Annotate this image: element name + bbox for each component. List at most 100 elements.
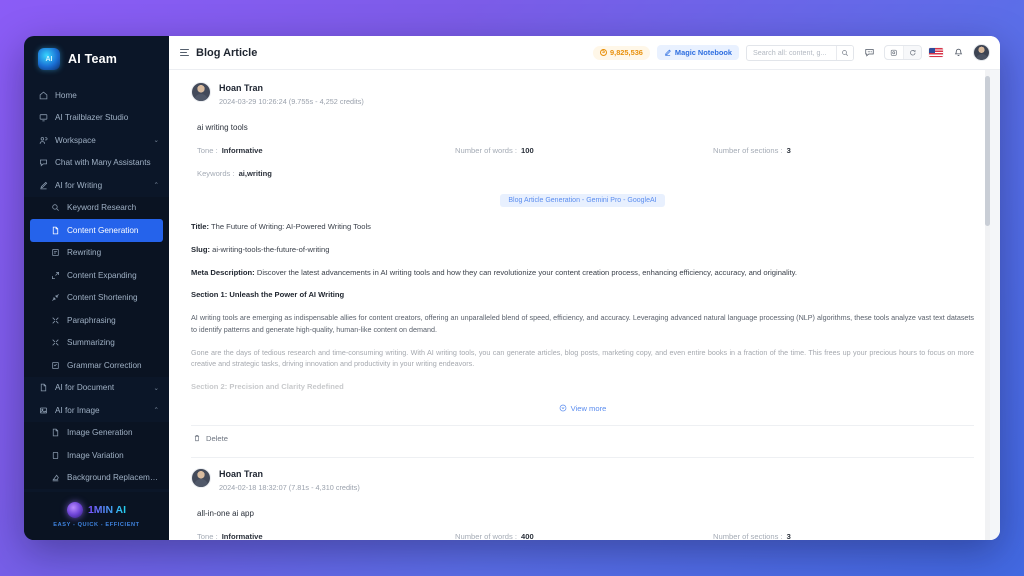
image-variation-icon [50, 450, 60, 460]
refresh-icon [909, 49, 916, 56]
language-flag-us-icon[interactable] [929, 48, 943, 57]
credits-badge[interactable]: $ 9,825,536 [593, 45, 650, 60]
image-icon [38, 405, 48, 415]
sidebar-item-label: AI for Image [55, 405, 100, 415]
record-keywords-row: Keywords : ai,writing [191, 169, 974, 178]
record-actions: Delete [191, 424, 974, 443]
sidebar-item-ai-for-writing[interactable]: AI for Writing ⌃ [24, 174, 169, 197]
sidebar-item-grammar-correction[interactable]: Grammar Correction [24, 354, 169, 377]
brand[interactable]: AI AI Team [24, 36, 169, 84]
image-gen-icon [50, 428, 60, 438]
sidebar-item-label: AI Trailblazer Studio [55, 113, 129, 123]
meta-label: Keywords : [197, 169, 235, 179]
generation-tag-row: Blog Article Generation - Gemini Pro - G… [191, 194, 974, 208]
view-mode-segmented [884, 45, 922, 60]
search-input[interactable] [747, 48, 837, 57]
sidebar-item-image-variation[interactable]: Image Variation [24, 444, 169, 467]
chevron-up-icon: ⌃ [153, 407, 159, 415]
meta-tone: Tone : Informative [197, 532, 455, 540]
rewrite-icon [50, 248, 60, 258]
summarize-icon [50, 338, 60, 348]
sidebar-item-background-replacement[interactable]: Background Replacement [24, 467, 169, 490]
sidebar-item-label: Keyword Research [67, 203, 137, 213]
brand-logo-icon: AI [38, 48, 60, 70]
meta-value: 100 [521, 146, 534, 156]
meta-keywords: Keywords : ai,writing [197, 169, 455, 178]
sidebar-item-label: Background Replacement [67, 473, 159, 483]
delete-button[interactable]: Delete [191, 434, 228, 443]
users-icon [38, 135, 48, 145]
sidebar-item-label: Content Expanding [67, 270, 137, 280]
scrollbar-thumb[interactable] [985, 76, 990, 226]
records-list: Hoan Tran 2024-03-29 10:26:24 (9.755s - … [169, 70, 990, 540]
sidebar-item-content-expanding[interactable]: Content Expanding [24, 264, 169, 287]
chat-icon [38, 158, 48, 168]
meta-value: 3 [786, 531, 791, 540]
content-area: Hoan Tran 2024-03-29 10:26:24 (9.755s - … [169, 70, 1000, 540]
sidebar-item-label: Image Generation [67, 428, 133, 438]
sidebar-item-rewriting[interactable]: Rewriting [24, 242, 169, 265]
sidebar-item-ai-for-document[interactable]: AI for Document ⌄ [24, 377, 169, 400]
meta-number-of-sections: Number of sections : 3 [713, 146, 791, 155]
search-icon [842, 49, 849, 56]
record-username: Hoan Tran [219, 468, 264, 479]
avatar [191, 82, 211, 102]
coin-icon: $ [600, 49, 608, 56]
sidebar-item-chat-with-many-assistants[interactable]: Chat with Many Assistants [24, 152, 169, 175]
article-meta-value: Discover the latest advancements in AI w… [254, 267, 797, 277]
notifications-button[interactable] [950, 45, 966, 61]
promo-banner[interactable]: 1MIN AI EASY - QUICK - EFFICIENT [24, 492, 169, 540]
sidebar-item-ai-trailblazer-studio[interactable]: AI Trailblazer Studio [24, 107, 169, 130]
sidebar-item-label: Grammar Correction [67, 360, 142, 370]
refresh-button[interactable] [903, 46, 921, 59]
paraphrase-icon [50, 315, 60, 325]
sidebar-item-image-generation[interactable]: Image Generation [24, 422, 169, 445]
view-more-label: View more [570, 403, 607, 413]
sidebar-item-workspace[interactable]: Workspace ⌄ [24, 129, 169, 152]
magic-notebook-button[interactable]: Magic Notebook [656, 45, 739, 60]
article-section-1: Section 1: Unleash the Power of AI Writi… [191, 289, 974, 301]
sidebar-nav: Home AI Trailblazer Studio Workspace ⌄ C… [24, 84, 169, 489]
support-chat-button[interactable] [861, 45, 877, 61]
monitor-icon [38, 113, 48, 123]
sidebar-item-label: Chat with Many Assistants [55, 158, 151, 168]
article-title-value: The Future of Writing: AI-Powered Writin… [209, 222, 371, 232]
settings-button[interactable] [885, 46, 903, 59]
article-section-2: Section 2: Precision and Clarity Redefin… [191, 381, 974, 393]
sidebar-item-content-generation[interactable]: Content Generation [30, 219, 163, 242]
sidebar-item-label: AI for Writing [55, 180, 103, 190]
meta-value: 3 [786, 146, 791, 156]
sidebar-item-keyword-research[interactable]: Keyword Research [24, 197, 169, 220]
sidebar-item-label: Content Shortening [67, 293, 138, 303]
search-box[interactable] [746, 44, 854, 61]
record-timestamp: 2024-02-18 18:32:07 (7.81s - 4,310 credi… [219, 482, 360, 492]
sidebar-item-label: Home [55, 90, 77, 100]
sidebar-item-ai-for-image[interactable]: AI for Image ⌃ [24, 399, 169, 422]
article-title-line: Title: The Future of Writing: AI-Powered… [191, 221, 974, 233]
content-scrollbar[interactable] [985, 70, 990, 540]
sidebar-item-summarizing[interactable]: Summarizing [24, 332, 169, 355]
background-replace-icon [50, 473, 60, 483]
article-slug-label: Slug: [191, 244, 210, 254]
notebook-icon [665, 49, 671, 56]
record-item: Hoan Tran 2024-02-18 18:32:07 (7.81s - 4… [191, 458, 974, 540]
app-window: AI AI Team Home AI Trailblazer Studio Wo… [24, 36, 1000, 540]
search-button[interactable] [836, 45, 853, 60]
article-slug-line: Slug: ai-writing-tools-the-future-of-wri… [191, 244, 974, 256]
article-paragraph-1: AI writing tools are emerging as indispe… [191, 313, 974, 334]
sidebar-item-content-shortening[interactable]: Content Shortening [24, 287, 169, 310]
user-avatar[interactable] [973, 44, 990, 61]
sidebar-item-paraphrasing[interactable]: Paraphrasing [24, 309, 169, 332]
meta-number-of-words: Number of words : 400 [455, 532, 713, 540]
sidebar-item-home[interactable]: Home [24, 84, 169, 107]
record-username: Hoan Tran [219, 83, 264, 93]
record-meta-row: Tone : Informative Number of words : 100… [191, 146, 974, 155]
promo-subtitle: EASY - QUICK - EFFICIENT [53, 522, 140, 528]
meta-label: Tone : [197, 531, 218, 540]
brain-orb-icon [66, 502, 83, 518]
document-icon [50, 225, 60, 235]
menu-toggle-icon[interactable] [180, 48, 189, 57]
bell-icon [954, 48, 962, 56]
chevron-down-icon: ⌄ [153, 384, 159, 392]
view-more-button[interactable]: View more [559, 403, 607, 413]
